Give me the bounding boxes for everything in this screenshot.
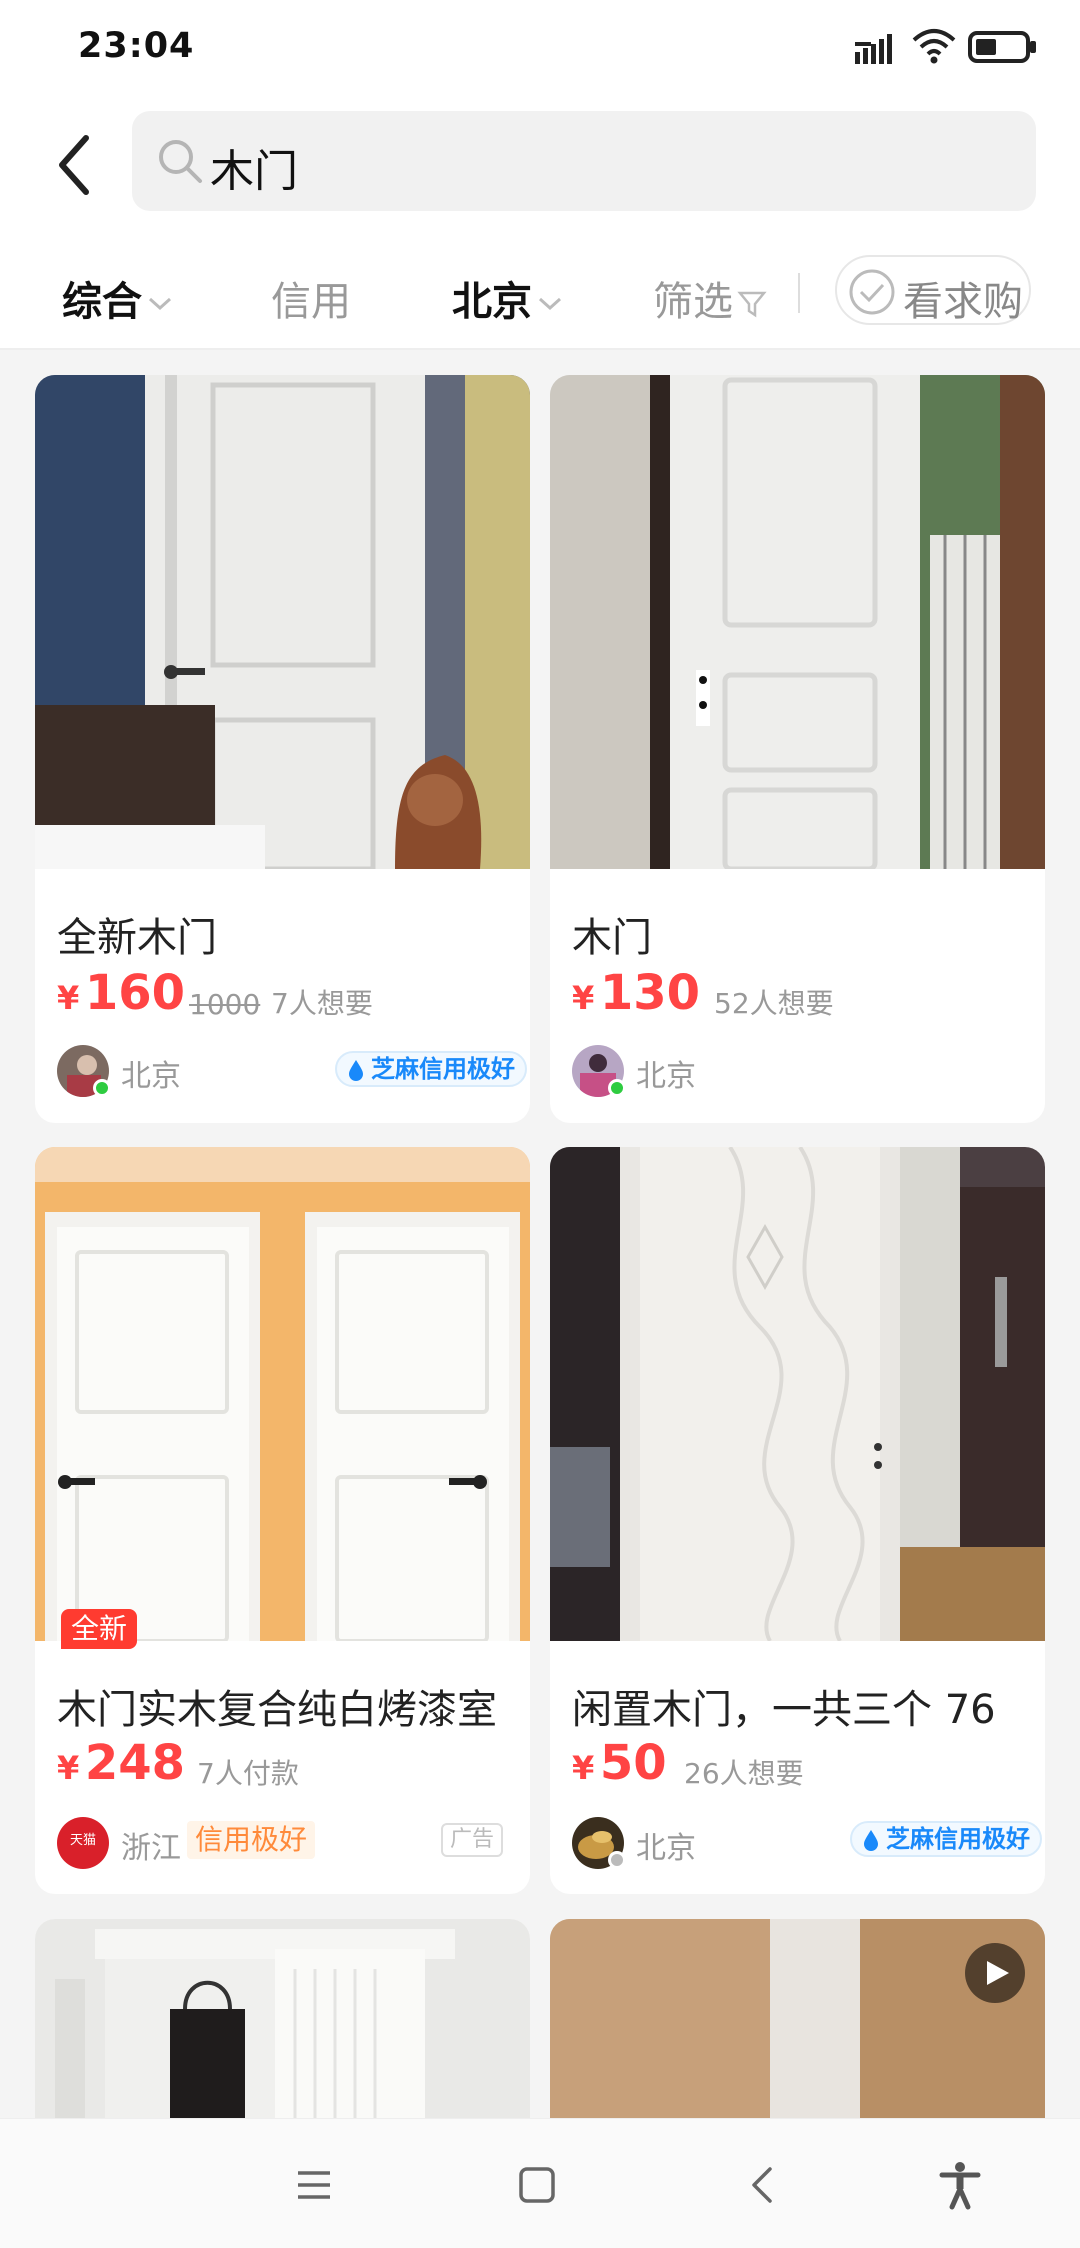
filter-screen[interactable]: 筛选 [653,269,767,327]
battery-icon [968,31,1036,63]
credit-badge-text: 芝麻信用极好 [886,1825,1030,1853]
filter-credit[interactable]: 信用 [271,269,351,327]
product-image[interactable] [550,1147,1045,1641]
listing-card[interactable]: 全新木门 ¥ 160 1000 7人想要 北京 芝麻信用极好 [35,375,530,1123]
online-indicator [608,1079,626,1097]
back-arrow-icon[interactable] [48,130,98,200]
currency-symbol: ¥ [572,979,595,1017]
search-bar[interactable]: 木门 [132,111,1036,211]
listing-card[interactable] [550,1919,1045,2119]
listing-title[interactable]: 木门 [572,905,1032,963]
chevron-down-icon [538,297,562,311]
check-circle-icon [849,269,895,315]
accessibility-icon[interactable] [934,2159,986,2211]
credit-tag: 信用极好 [187,1821,316,1859]
filter-bar: 综合 信用 北京 筛选 看求购 [0,255,1080,335]
offline-indicator [608,1851,626,1869]
listing-card[interactable]: 全新 木门实木复合纯白烤漆室 ¥ 248 7人付款 天猫 浙江 信用极好 广告 [35,1147,530,1894]
credit-badge: 芝麻信用极好 [335,1051,527,1087]
home-icon[interactable] [511,2159,563,2211]
search-query[interactable]: 木门 [210,135,298,199]
product-image[interactable] [550,375,1045,869]
filter-location[interactable]: 北京 [452,269,562,327]
currency-symbol: ¥ [572,1749,595,1787]
seller-location: 北京 [121,1059,181,1094]
seller-location: 浙江 [121,1831,181,1866]
seller-location: 北京 [636,1831,696,1866]
listing-title[interactable]: 闲置木门，一共三个 76 [572,1677,1032,1735]
want-count: 52人想要 [714,987,834,1020]
search-icon [159,140,202,183]
funnel-icon [737,291,767,318]
price-value: 130 [599,965,701,1021]
listing-card[interactable] [35,1919,530,2119]
divider [798,273,800,313]
play-icon [987,1961,1009,1985]
want-to-buy-button[interactable]: 看求购 [835,255,1031,325]
product-image[interactable] [35,1147,530,1641]
listing-card[interactable]: 闲置木门，一共三个 76 ¥ 50 26人想要 北京 芝麻信用极好 [550,1147,1045,1894]
original-price: 1000 [189,988,261,1021]
listing-price: ¥ 248 [57,1735,185,1791]
price-value: 248 [84,1735,186,1791]
listing-price: ¥ 130 [572,965,700,1021]
product-image[interactable] [35,1919,530,2119]
product-image[interactable] [35,375,530,869]
listing-price: ¥ 160 [57,965,185,1021]
filter-sort[interactable]: 综合 [62,269,172,327]
payment-count: 7人付款 [197,1757,299,1790]
avatar-logo-text: 天猫 [69,1833,96,1848]
seller-location: 北京 [636,1059,696,1094]
listing-title[interactable]: 全新木门 [57,905,517,963]
chevron-down-icon [148,297,172,311]
system-nav-bar [0,2118,1080,2248]
seller-avatar[interactable]: 天猫 [57,1817,109,1869]
signal-icon [855,34,892,64]
ad-label: 广告 [441,1823,503,1857]
product-image[interactable] [550,1919,1045,2119]
menu-icon[interactable] [288,2159,340,2211]
price-value: 50 [599,1735,667,1791]
currency-symbol: ¥ [57,1749,80,1787]
status-time: 23:04 [78,26,195,66]
wifi-icon [912,29,956,64]
want-count: 7人想要 [271,987,373,1020]
water-drop-icon [349,1060,363,1081]
price-value: 160 [84,965,186,1021]
play-video-button[interactable] [965,1943,1025,2003]
filter-screen-label: 筛选 [653,279,733,325]
listing-card[interactable]: 木门 ¥ 130 52人想要 北京 [550,375,1045,1123]
header: 木门 综合 信用 北京 筛选 看求购 [0,95,1080,350]
want-count: 26人想要 [684,1757,804,1790]
listing-title[interactable]: 木门实木复合纯白烤漆室 [57,1677,517,1735]
water-drop-icon [864,1830,878,1851]
filter-sort-label: 综合 [62,279,142,325]
back-icon[interactable] [738,2159,790,2211]
want-to-buy-label: 看求购 [903,279,1023,325]
currency-symbol: ¥ [57,979,80,1017]
status-bar: 23:04 [0,0,1080,95]
listing-price: ¥ 50 [572,1735,667,1791]
new-tag: 全新 [61,1609,138,1649]
credit-badge-text: 芝麻信用极好 [371,1055,515,1083]
filter-location-label: 北京 [452,279,532,325]
credit-badge: 芝麻信用极好 [850,1821,1042,1857]
online-indicator [93,1079,111,1097]
